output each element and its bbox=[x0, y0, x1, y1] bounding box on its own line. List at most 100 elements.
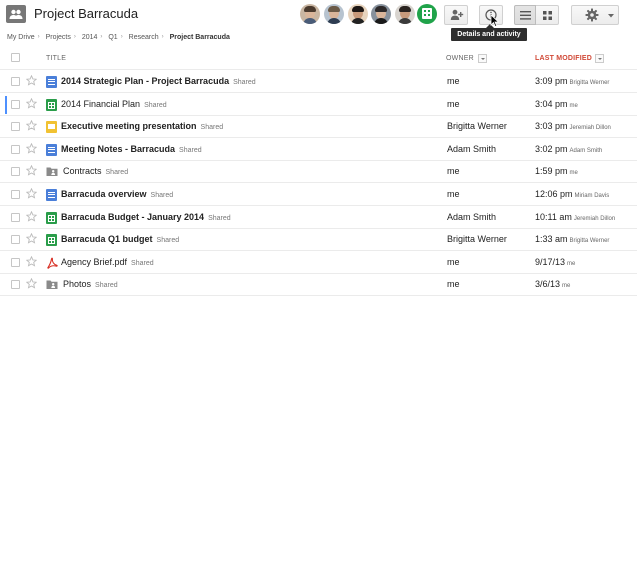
shared-label: Shared bbox=[131, 259, 154, 267]
file-name[interactable]: 2014 Financial Plan Shared bbox=[61, 99, 167, 109]
last-modified: 3:02 pm Adam Smith bbox=[535, 144, 602, 154]
file-name[interactable]: Photos Shared bbox=[63, 279, 118, 289]
shared-label: Shared bbox=[179, 146, 202, 154]
modified-by: Brigitta Werner bbox=[569, 80, 610, 86]
star-icon[interactable] bbox=[25, 255, 38, 270]
modified-by: me bbox=[567, 260, 576, 267]
modified-time: 1:59 pm bbox=[535, 166, 568, 177]
avatar[interactable] bbox=[371, 4, 391, 24]
star-icon[interactable] bbox=[25, 97, 38, 112]
row-checkbox[interactable] bbox=[11, 257, 20, 267]
avatar[interactable] bbox=[348, 4, 368, 24]
table-row[interactable]: Agency Brief.pdf Shared me 9/17/13 me bbox=[0, 252, 637, 274]
row-checkbox[interactable] bbox=[11, 77, 20, 86]
file-name[interactable]: 2014 Strategic Plan - Project Barracuda S… bbox=[61, 76, 256, 86]
modified-by: me bbox=[562, 283, 571, 290]
table-row[interactable]: Barracuda Budget - January 2014 Shared Ada… bbox=[0, 207, 637, 229]
file-name[interactable]: Executive meeting presentation Shared bbox=[61, 121, 223, 131]
table-row[interactable]: Barracuda Q1 budget Shared Brigitta Werner… bbox=[0, 229, 637, 252]
modified-time: 9/17/13 bbox=[535, 256, 566, 267]
column-title[interactable]: TITLE bbox=[46, 55, 66, 62]
star-icon[interactable] bbox=[25, 187, 38, 202]
modified-time: 3/6/13 bbox=[535, 279, 561, 290]
file-name[interactable]: Meeting Notes - Barracuda Shared bbox=[61, 144, 202, 154]
google-docs-icon bbox=[46, 143, 57, 156]
file-name[interactable]: Barracuda Budget - January 2014 Shared bbox=[61, 212, 231, 222]
star-icon[interactable] bbox=[25, 210, 38, 225]
table-row[interactable]: Executive meeting presentation Shared Brig… bbox=[0, 116, 637, 139]
row-checkbox[interactable] bbox=[11, 280, 20, 290]
table-row[interactable]: Barracuda overview Shared me 12:06 pm Miriam… bbox=[0, 184, 637, 206]
row-checkbox[interactable] bbox=[11, 235, 20, 245]
select-all-checkbox[interactable] bbox=[11, 53, 20, 62]
file-name[interactable]: Barracuda Q1 budget Shared bbox=[61, 234, 179, 244]
breadcrumb-item[interactable]: My Drive bbox=[7, 34, 35, 41]
row-checkbox[interactable] bbox=[11, 99, 20, 109]
avatar[interactable] bbox=[300, 4, 320, 24]
modified-sort-dropdown[interactable] bbox=[595, 54, 604, 63]
modified-by: Jeremiah Dillon bbox=[573, 215, 616, 222]
shared-label: Shared bbox=[208, 214, 231, 222]
star-icon[interactable] bbox=[25, 165, 38, 179]
grid-view-icon bbox=[543, 11, 552, 20]
table-row[interactable]: Meeting Notes - Barracuda Shared Adam Smit… bbox=[0, 139, 637, 161]
modified-by: Adam Smith bbox=[569, 147, 603, 154]
star-icon[interactable] bbox=[25, 278, 38, 292]
modified-time: 12:06 pm bbox=[535, 189, 573, 199]
share-button[interactable] bbox=[444, 5, 468, 25]
file-owner: me bbox=[447, 98, 460, 109]
star-icon[interactable] bbox=[25, 142, 38, 157]
pdf-icon bbox=[46, 257, 58, 269]
modified-time: 3:09 pm bbox=[535, 76, 568, 86]
avatar[interactable] bbox=[395, 4, 415, 24]
grid-view-button[interactable] bbox=[536, 5, 559, 25]
shared-label: Shared bbox=[150, 192, 174, 199]
row-checkbox[interactable] bbox=[11, 167, 20, 177]
star-icon[interactable] bbox=[25, 74, 38, 89]
google-sheets-icon bbox=[46, 98, 57, 111]
star-icon[interactable] bbox=[25, 119, 38, 134]
row-checkbox[interactable] bbox=[11, 144, 20, 154]
file-owner: Brigitta Werner bbox=[447, 234, 507, 245]
google-sheets-icon bbox=[46, 211, 57, 224]
row-checkbox[interactable] bbox=[11, 122, 20, 132]
shared-label: Shared bbox=[95, 282, 118, 290]
file-name[interactable]: Agency Brief.pdf Shared bbox=[61, 257, 154, 267]
breadcrumb-item[interactable]: Q1 bbox=[108, 34, 117, 41]
owner-sort-dropdown[interactable] bbox=[478, 54, 487, 63]
modified-time: 3:03 pm bbox=[535, 121, 568, 132]
row-checkbox[interactable] bbox=[11, 190, 20, 199]
table-row[interactable]: Photos Shared me 3/6/13 me bbox=[0, 274, 637, 297]
modified-time: 10:11 am bbox=[535, 211, 572, 222]
column-last-modified[interactable]: LAST MODIFIED bbox=[535, 55, 592, 62]
last-modified: 1:59 pm me bbox=[535, 166, 578, 176]
header: Project Barracuda bbox=[0, 0, 637, 31]
modified-by: me bbox=[569, 170, 578, 177]
breadcrumb-item[interactable]: Research bbox=[129, 34, 159, 41]
breadcrumb-item[interactable]: 2014 bbox=[82, 34, 98, 41]
file-owner: Adam Smith bbox=[447, 143, 497, 154]
file-name-text: 2014 Strategic Plan - Project Barracuda bbox=[61, 76, 230, 86]
file-name[interactable]: Barracuda overview Shared bbox=[61, 189, 173, 199]
row-checkbox[interactable] bbox=[11, 212, 20, 222]
column-owner[interactable]: OWNER bbox=[446, 55, 474, 62]
last-modified: 3:09 pm Brigitta Werner bbox=[535, 76, 609, 86]
file-owner: Brigitta Werner bbox=[447, 121, 507, 132]
tooltip: Details and activity bbox=[451, 28, 527, 41]
file-name[interactable]: Contracts Shared bbox=[63, 166, 128, 176]
table-row[interactable]: 2014 Strategic Plan - Project Barracuda S… bbox=[0, 71, 637, 93]
star-icon[interactable] bbox=[25, 232, 38, 247]
gear-icon bbox=[585, 8, 599, 22]
table-row[interactable]: 2014 Financial Plan Shared me 3:04 pm me bbox=[0, 94, 637, 116]
list-view-button[interactable] bbox=[514, 5, 536, 25]
last-modified: 3:03 pm Jeremiah Dillon bbox=[535, 121, 611, 131]
google-sheets-icon bbox=[46, 234, 57, 247]
last-modified: 10:11 am Jeremiah Dillon bbox=[535, 212, 615, 222]
file-name-text: Agency Brief.pdf bbox=[61, 256, 128, 267]
settings-button[interactable] bbox=[571, 5, 619, 25]
breadcrumb-item[interactable]: Projects bbox=[46, 34, 71, 41]
group-avatar[interactable] bbox=[417, 4, 437, 24]
table-row[interactable]: Contracts Shared me 1:59 pm me bbox=[0, 161, 637, 184]
file-name-text: Contracts bbox=[63, 166, 102, 177]
avatar[interactable] bbox=[324, 4, 344, 24]
